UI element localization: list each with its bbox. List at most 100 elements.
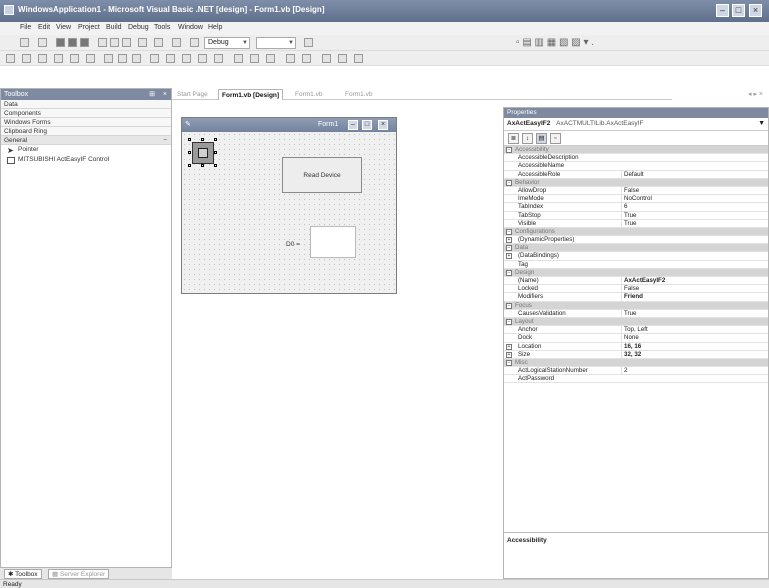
toolbox-item-actease[interactable]: MITSUBISHI ActEasyIF Control — [1, 155, 171, 165]
property-row[interactable]: ImeMode NoControl — [504, 195, 768, 204]
property-value[interactable]: 16, 16 — [621, 342, 761, 351]
property-value[interactable]: 2 — [621, 367, 761, 376]
horizontal-spacing-icon[interactable] — [166, 54, 175, 63]
toolbox-item-pointer[interactable]: ➤ Pointer — [1, 145, 171, 155]
tab-form1-design[interactable]: Form1.vb [Design] — [218, 89, 284, 100]
document-close-icon[interactable]: ◂ ▸ × — [748, 90, 763, 98]
property-row[interactable]: TabIndex 6 — [504, 203, 768, 212]
pin-icon[interactable]: ⊞ — [149, 89, 155, 100]
align-lefts-icon[interactable] — [6, 54, 15, 63]
toolbox-close-icon[interactable]: × — [163, 89, 167, 100]
menu-edit[interactable]: Edit — [38, 24, 50, 31]
align-middles-icon[interactable] — [70, 54, 79, 63]
property-row[interactable]: Anchor Top, Left — [504, 326, 768, 335]
property-category[interactable]: − Behavior — [504, 178, 768, 187]
tab-form1-code[interactable]: Form1.vb — [292, 89, 325, 100]
toolbox-section-data[interactable]: Data — [1, 100, 171, 109]
property-category[interactable]: − Misc — [504, 358, 768, 368]
resize-handle[interactable] — [214, 164, 217, 167]
collapse-icon[interactable]: − — [163, 136, 167, 145]
resize-handle[interactable] — [214, 138, 217, 141]
form-client-area[interactable]: Read Device D0 = — [182, 132, 396, 293]
menu-debug[interactable]: Debug — [128, 24, 149, 31]
property-value[interactable]: NoControl — [621, 195, 761, 204]
expand-icon[interactable]: + — [506, 253, 512, 260]
collapse-icon[interactable]: − — [506, 318, 512, 325]
bring-to-front-icon[interactable] — [286, 54, 295, 63]
property-row[interactable]: + Location 16, 16 — [504, 342, 768, 351]
send-to-back-icon[interactable] — [302, 54, 311, 63]
collapse-icon[interactable]: − — [506, 359, 512, 366]
undo-icon[interactable] — [138, 38, 147, 47]
expand-icon[interactable]: + — [506, 351, 512, 358]
chevron-down-icon[interactable]: ▼ — [758, 118, 765, 130]
find-icon[interactable] — [304, 38, 313, 47]
property-row[interactable]: + (DynamicProperties) — [504, 236, 768, 245]
tab-order-icon[interactable] — [338, 54, 347, 63]
resize-handle[interactable] — [188, 151, 191, 154]
property-category[interactable]: − Design — [504, 268, 768, 277]
tab-start-page[interactable]: Start Page — [174, 89, 211, 100]
property-value[interactable]: False — [621, 186, 761, 196]
property-value[interactable]: Friend — [621, 293, 761, 302]
collapse-icon[interactable]: − — [506, 302, 512, 309]
resize-handle[interactable] — [188, 164, 191, 167]
make-same-height-icon[interactable] — [118, 54, 127, 63]
property-row[interactable]: Tag — [504, 261, 768, 269]
property-row[interactable]: Dock None — [504, 334, 768, 343]
close-icon[interactable]: × — [749, 4, 762, 17]
property-row[interactable]: Visible True — [504, 219, 768, 228]
property-row[interactable]: + Size 32, 32 — [504, 350, 768, 359]
maximize-icon[interactable]: □ — [732, 4, 745, 17]
property-value[interactable]: False — [621, 285, 761, 294]
property-row[interactable]: (Name) AxActEasyIF2 — [504, 277, 768, 286]
center-vertically-icon[interactable] — [266, 54, 275, 63]
center-horizontally-icon[interactable] — [250, 54, 259, 63]
property-row[interactable]: CausesValidation True — [504, 309, 768, 318]
collapse-icon[interactable]: − — [506, 147, 512, 153]
property-row[interactable]: AccessibleDescription — [504, 154, 768, 163]
actease-control[interactable] — [192, 142, 214, 164]
menu-project[interactable]: Project — [78, 24, 100, 31]
alphabetical-icon[interactable]: ↕ — [522, 133, 533, 144]
properties-icon[interactable]: ▤ — [536, 133, 547, 144]
object-selector[interactable]: AxActEasyIF2 AxACTMULTILib.AxActEasyIF ▼ — [504, 118, 768, 131]
align-rights-icon[interactable] — [38, 54, 47, 63]
tab-toolbox[interactable]: ✱ Toolbox — [4, 569, 42, 579]
categorized-icon[interactable]: ≣ — [508, 133, 519, 144]
property-row[interactable]: Locked False — [504, 285, 768, 294]
property-category[interactable]: − Data — [504, 244, 768, 253]
tab-server-explorer[interactable]: ▦ Server Explorer — [48, 569, 110, 579]
lock-controls-icon[interactable] — [322, 54, 331, 63]
menu-help[interactable]: Help — [208, 24, 222, 31]
property-pages-icon[interactable]: ▫ — [550, 133, 561, 144]
find-combo[interactable]: ▼ — [256, 37, 296, 49]
read-device-button[interactable]: Read Device — [282, 157, 362, 193]
property-row[interactable]: AccessibleName — [504, 162, 768, 171]
property-row[interactable]: + (DataBindings) — [504, 252, 768, 261]
property-row[interactable]: TabStop True — [504, 211, 768, 220]
navigate-back-icon[interactable] — [172, 38, 181, 47]
resize-handle[interactable] — [201, 164, 204, 167]
increase-spacing-icon[interactable] — [182, 54, 191, 63]
property-category[interactable]: − Layout — [504, 317, 768, 327]
menu-view[interactable]: View — [56, 24, 71, 31]
property-value[interactable]: True — [621, 211, 761, 220]
align-bottoms-icon[interactable] — [86, 54, 95, 63]
toolbox-section-components[interactable]: Components — [1, 109, 171, 118]
property-value[interactable]: 32, 32 — [621, 350, 761, 359]
toolbar-options-icon[interactable] — [354, 54, 363, 63]
vertical-spacing-icon[interactable] — [234, 54, 243, 63]
save-all-icon[interactable] — [80, 38, 89, 47]
collapse-icon[interactable]: − — [506, 269, 512, 276]
menu-tools[interactable]: Tools — [154, 24, 170, 31]
property-value[interactable]: True — [621, 219, 761, 228]
d0-textbox[interactable] — [310, 226, 356, 258]
property-value[interactable]: True — [621, 309, 761, 318]
redo-icon[interactable] — [154, 38, 163, 47]
property-value[interactable]: None — [621, 334, 761, 343]
align-to-grid-icon[interactable] — [150, 54, 159, 63]
layout-toolbar-icons[interactable]: ▫ ▤ ▥ ▦ ▧ ▨ ▾ . — [516, 37, 594, 48]
collapse-icon[interactable]: − — [506, 179, 512, 186]
new-project-icon[interactable] — [20, 38, 29, 47]
